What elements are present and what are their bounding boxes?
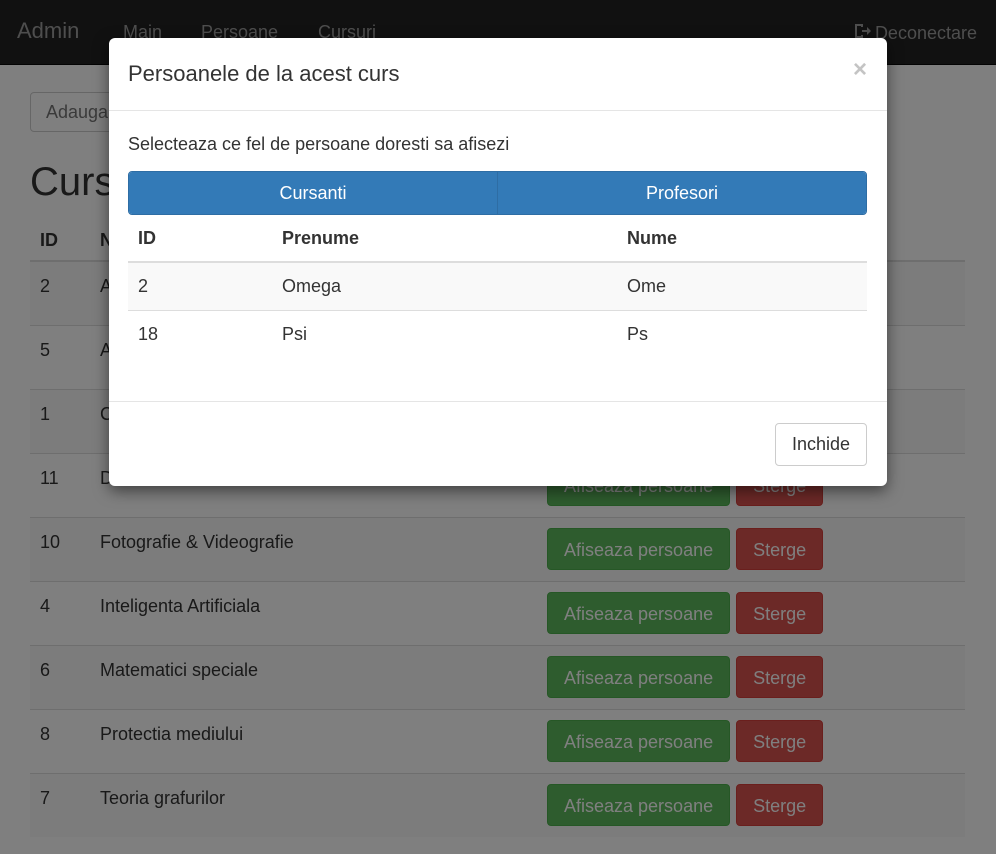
person-id: 18 bbox=[128, 310, 272, 358]
person-prenume: Omega bbox=[272, 261, 617, 311]
modal-footer: Inchide bbox=[109, 402, 887, 486]
close-icon[interactable]: × bbox=[853, 56, 867, 84]
people-modal: Persoanele de la acest curs × Selecteaza… bbox=[109, 38, 887, 486]
table-header-row: ID Prenume Nume bbox=[128, 215, 867, 263]
table-row: 18 Psi Ps bbox=[128, 310, 867, 358]
modal-title: Persoanele de la acest curs bbox=[128, 61, 400, 86]
column-header-id: ID bbox=[128, 215, 272, 263]
person-prenume: Psi bbox=[272, 310, 617, 358]
person-id: 2 bbox=[128, 261, 272, 311]
column-header-nume: Nume bbox=[617, 215, 867, 263]
close-modal-button[interactable]: Inchide bbox=[774, 423, 867, 466]
people-table: ID Prenume Nume 2 Omega Ome 18 Psi Ps bbox=[128, 215, 867, 358]
table-row: 2 Omega Ome bbox=[128, 261, 867, 311]
modal-body: Selecteaza ce fel de persoane doresti sa… bbox=[109, 111, 887, 402]
modal-header: Persoanele de la acest curs × bbox=[109, 38, 887, 111]
people-type-toggle: Cursanti Profesori bbox=[128, 171, 867, 215]
column-header-prenume: Prenume bbox=[272, 215, 617, 263]
person-nume: Ome bbox=[617, 261, 867, 311]
tab-cursanti[interactable]: Cursanti bbox=[129, 172, 497, 214]
modal-instruction: Selecteaza ce fel de persoane doresti sa… bbox=[128, 134, 510, 154]
person-nume: Ps bbox=[617, 310, 867, 358]
tab-profesori[interactable]: Profesori bbox=[497, 172, 866, 214]
